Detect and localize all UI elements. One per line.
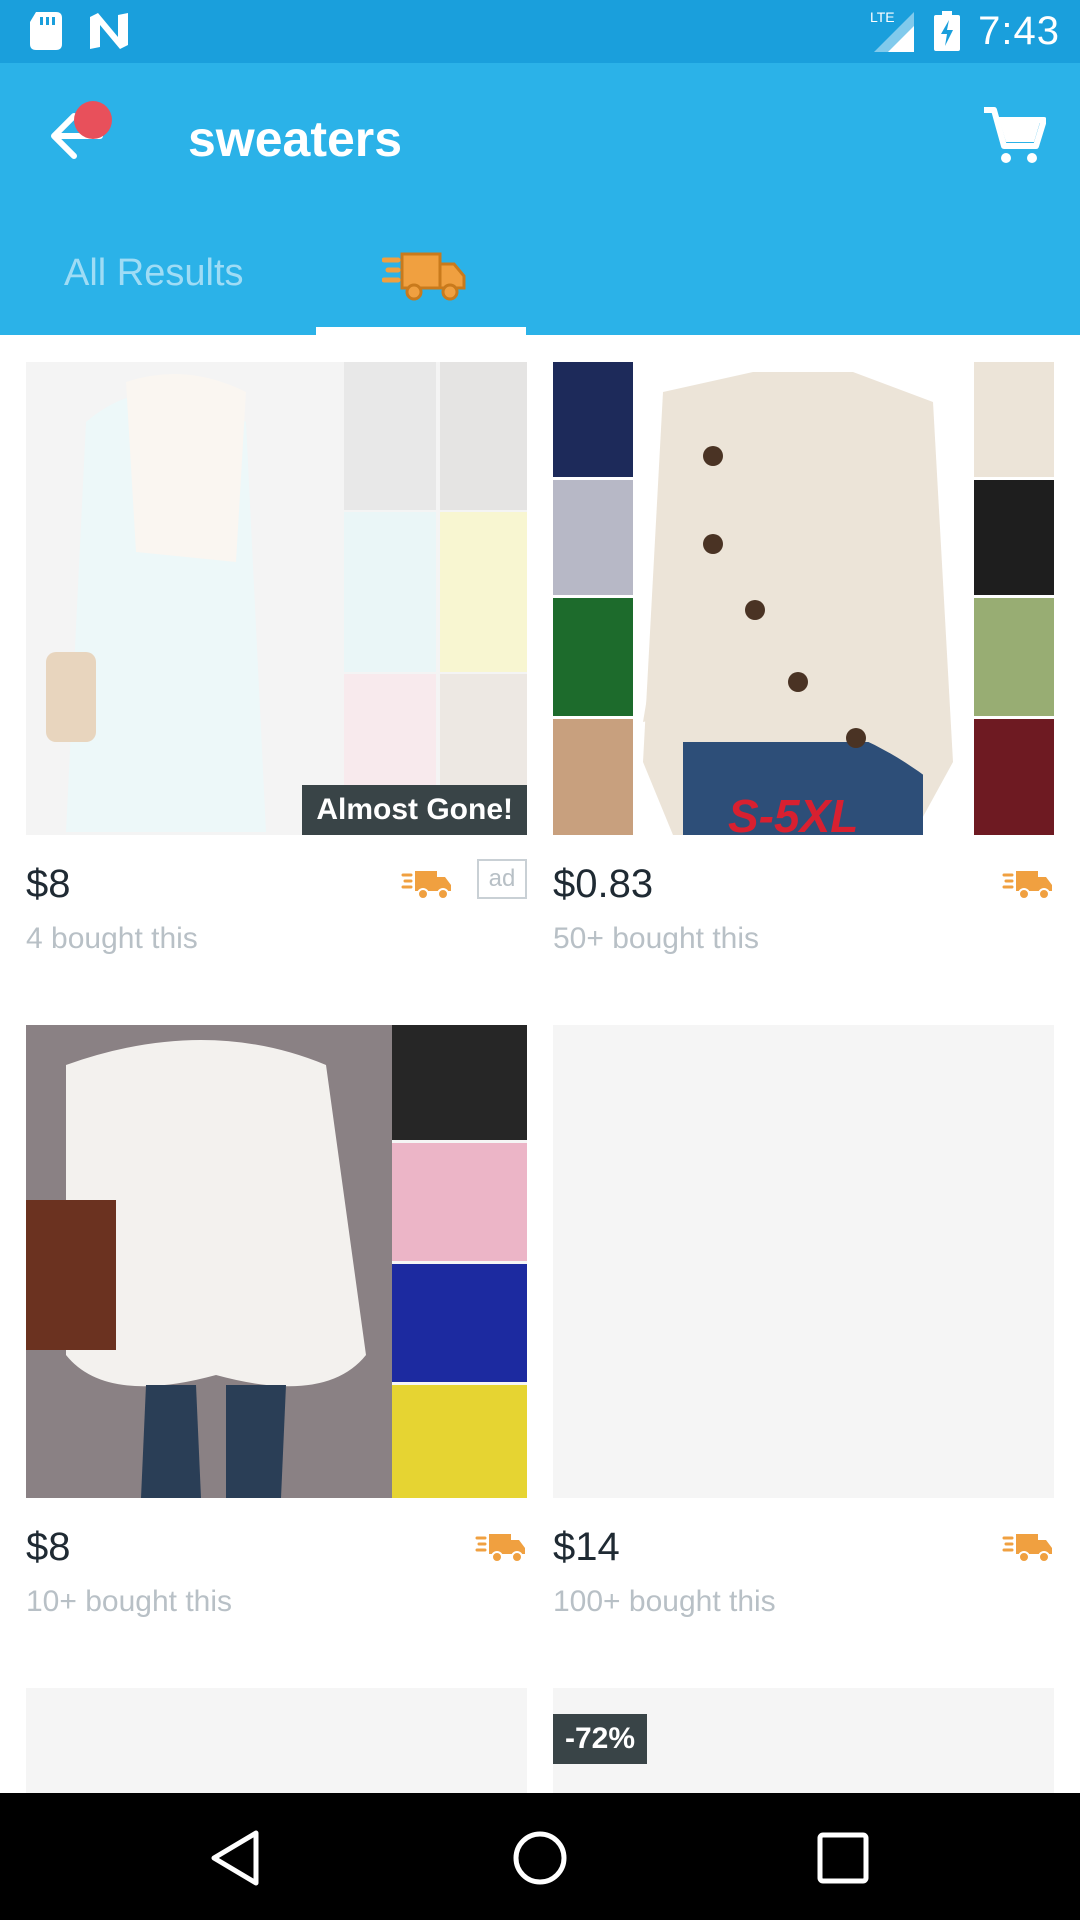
system-nav-bar <box>0 1793 1080 1920</box>
ad-badge: ad <box>477 859 527 899</box>
nav-recents-icon[interactable] <box>808 1823 878 1893</box>
signal-icon: LTE <box>870 9 915 52</box>
size-range-text: S-5XL <box>728 790 858 835</box>
almost-gone-badge: Almost Gone! <box>302 785 527 835</box>
fast-shipping-icon <box>401 871 451 900</box>
tab-indicator <box>316 327 526 335</box>
battery-charging-icon <box>934 11 961 51</box>
bought-count: 10+ bought this <box>26 1585 233 1618</box>
product-image[interactable] <box>26 1025 527 1498</box>
product-image-placeholder[interactable]: -72% <box>553 1688 1054 1793</box>
product-image-placeholder[interactable] <box>553 1025 1054 1498</box>
discount-badge: -72% <box>553 1714 648 1764</box>
product-image-placeholder[interactable] <box>26 1688 527 1793</box>
network-label: LTE <box>870 9 895 25</box>
n-logo-icon <box>90 13 128 49</box>
status-bar: LTE 7:43 <box>0 0 1080 63</box>
bought-count: 100+ bought this <box>553 1585 776 1618</box>
tab-all-results[interactable]: All Results <box>64 252 244 295</box>
product-image[interactable]: S-5XL <box>553 362 1054 835</box>
page-title: sweaters <box>188 111 403 167</box>
product-price: $0.83 <box>553 862 654 906</box>
sd-card-icon <box>30 12 62 50</box>
product-price: $8 <box>26 1525 71 1569</box>
status-time: 7:43 <box>978 8 1060 53</box>
bought-count: 50+ bought this <box>553 922 760 955</box>
product-image[interactable]: Almost Gone! <box>26 362 527 835</box>
notification-dot <box>74 101 112 139</box>
cart-icon[interactable] <box>982 104 1046 168</box>
bought-count: 4 bought this <box>26 922 198 955</box>
tab-fast-shipping[interactable] <box>316 196 526 334</box>
fast-shipping-icon <box>1002 1534 1052 1563</box>
fast-shipping-truck-icon <box>382 252 466 301</box>
product-price: $8 <box>26 862 71 906</box>
nav-home-icon[interactable] <box>505 1823 575 1893</box>
product-price: $14 <box>553 1525 620 1569</box>
nav-back-icon[interactable] <box>200 1823 270 1893</box>
fast-shipping-icon <box>1002 871 1052 900</box>
fast-shipping-icon <box>475 1534 525 1563</box>
